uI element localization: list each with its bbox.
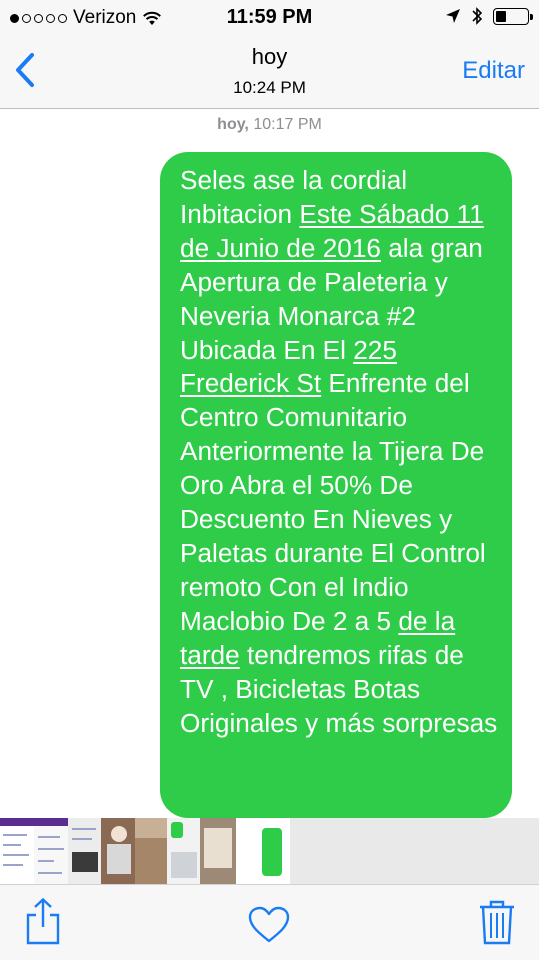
bottom-toolbar <box>0 884 539 960</box>
photo-thumbnail[interactable] <box>34 818 68 884</box>
photo-thumbnail[interactable] <box>200 818 236 884</box>
share-button[interactable] <box>24 897 62 947</box>
timestamp-time: 10:17 PM <box>253 116 322 133</box>
message-text: Enfrente del Centro Comunitario Anterior… <box>180 368 486 636</box>
photo-thumbnail[interactable] <box>0 818 34 884</box>
photo-thumbnail[interactable] <box>135 818 167 884</box>
trash-button[interactable] <box>478 899 516 945</box>
message-timestamp: hoy, 10:17 PM <box>0 116 539 134</box>
heart-button[interactable] <box>247 905 291 945</box>
battery-level-fill <box>496 10 507 22</box>
navigation-bar: hoy 10:24 PM Editar <box>0 36 539 109</box>
battery-icon <box>493 7 533 25</box>
share-icon <box>26 897 60 945</box>
conversation-subtitle: 10:24 PM <box>233 78 306 97</box>
bluetooth-icon <box>472 7 483 25</box>
photo-thumbnail[interactable] <box>68 818 101 884</box>
edit-button[interactable]: Editar <box>462 57 525 85</box>
conversation-title: hoy <box>251 44 288 69</box>
photo-thumbnail[interactable] <box>167 818 200 884</box>
photo-thumbnail[interactable] <box>101 818 135 884</box>
photo-thumbnail[interactable] <box>236 818 290 884</box>
trash-icon <box>480 900 514 945</box>
location-arrow-icon <box>446 9 460 23</box>
photo-thumbnail-strip[interactable] <box>0 818 539 884</box>
message-bubble[interactable]: Seles ase la cordial Inbitacion Este Sáb… <box>160 152 512 818</box>
heart-icon <box>248 906 290 943</box>
status-right <box>445 6 533 26</box>
status-bar: Verizon 11:59 PM <box>0 0 539 36</box>
timestamp-day: hoy, <box>217 116 249 133</box>
